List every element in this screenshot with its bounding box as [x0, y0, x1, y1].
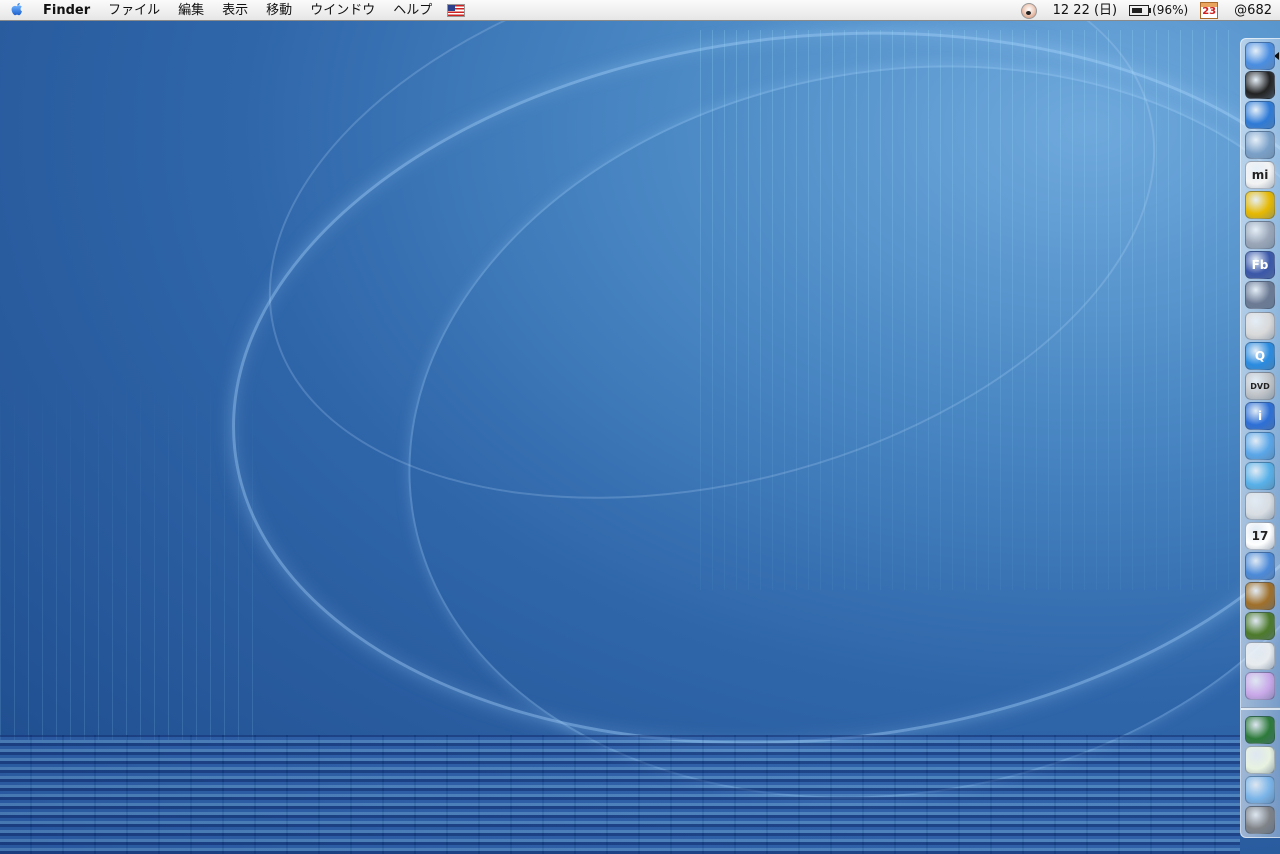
document-icon[interactable]	[1245, 746, 1275, 774]
tools-icon[interactable]	[1245, 612, 1275, 640]
battery-menu[interactable]: (96%)	[1123, 0, 1194, 21]
calendar-icon: 23	[1200, 2, 1219, 19]
menu-bar: Finder ファイル 編集 表示 移動 ウインドウ ヘルプ 12 22 (日)…	[0, 0, 1280, 21]
menu-window[interactable]: ウインドウ	[301, 0, 384, 21]
image-capture-icon[interactable]	[1245, 221, 1275, 249]
ical-icon[interactable]: 17	[1245, 522, 1275, 550]
calendar-menu[interactable]: 23	[1194, 0, 1224, 21]
ical-label: 17	[1251, 529, 1269, 543]
preview-icon[interactable]	[1245, 131, 1275, 159]
itunes-icon[interactable]	[1245, 672, 1275, 700]
photoshop-icon[interactable]: Fb	[1245, 251, 1275, 279]
menu-edit[interactable]: 編集	[169, 0, 213, 21]
mi-text-editor-icon[interactable]: mi	[1245, 161, 1275, 189]
quicktime-label: Q	[1254, 349, 1266, 363]
apple-app-icon[interactable]	[1245, 642, 1275, 670]
user-avatar-icon	[1020, 2, 1037, 19]
messenger-icon[interactable]	[1245, 552, 1275, 580]
wallpaper-tiles	[0, 735, 1240, 854]
sunflower-icon[interactable]	[1245, 191, 1275, 219]
terminal-icon[interactable]	[1245, 71, 1275, 99]
trash-icon[interactable]	[1245, 806, 1275, 834]
battery-percentage: (96%)	[1152, 3, 1189, 17]
system-info-icon[interactable]: i	[1245, 402, 1275, 430]
dvd-player-icon[interactable]: DVD	[1245, 372, 1275, 400]
us-flag-input-menu-icon[interactable]	[447, 3, 466, 17]
menu-go[interactable]: 移動	[257, 0, 301, 21]
blue-folder-icon[interactable]	[1245, 776, 1275, 804]
desktop-background	[0, 0, 1280, 854]
menu-view[interactable]: 表示	[213, 0, 257, 21]
network-utility-icon[interactable]	[1245, 281, 1275, 309]
mi-text-editor-label: mi	[1251, 168, 1269, 182]
menu-help[interactable]: ヘルプ	[384, 0, 441, 21]
clock[interactable]: 12 22 (日)	[1043, 0, 1124, 21]
mail-icon[interactable]	[1245, 432, 1275, 460]
folder-app-icon[interactable]	[1245, 462, 1275, 490]
photoshop-label: Fb	[1251, 258, 1269, 272]
app-menu-finder[interactable]: Finder	[34, 0, 99, 21]
dvd-player-label: DVD	[1250, 381, 1270, 391]
apple-icon	[11, 3, 22, 16]
internet-time[interactable]: @682	[1224, 0, 1280, 21]
user-status-menu[interactable]	[1015, 0, 1043, 21]
apple-menu[interactable]	[0, 0, 34, 21]
menu-file[interactable]: ファイル	[99, 0, 169, 21]
battery-icon	[1129, 5, 1152, 16]
dock-separator	[1241, 707, 1280, 710]
finder-icon[interactable]	[1245, 42, 1275, 70]
wallpaper-streaks	[0, 370, 260, 740]
system-info-label: i	[1257, 409, 1263, 423]
guitar-icon[interactable]	[1245, 582, 1275, 610]
globe-icon[interactable]	[1245, 716, 1275, 744]
wallpaper-streaks	[700, 30, 1240, 590]
printer-utility-icon[interactable]	[1245, 312, 1275, 340]
quicktime-icon[interactable]: Q	[1245, 342, 1275, 370]
internet-explorer-icon[interactable]	[1245, 101, 1275, 129]
camera-icon[interactable]	[1245, 492, 1275, 520]
